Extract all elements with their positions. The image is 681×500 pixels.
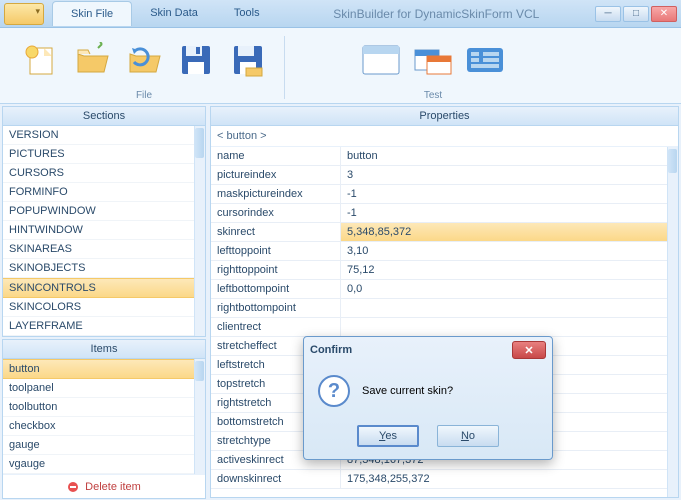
save-button[interactable] bbox=[174, 38, 218, 82]
property-value[interactable]: 0,0 bbox=[341, 280, 678, 298]
items-header: Items bbox=[3, 340, 205, 359]
folder-refresh-icon bbox=[126, 42, 162, 78]
property-value[interactable]: 5,348,85,372 bbox=[341, 223, 678, 241]
list-item[interactable]: LAYERFRAME bbox=[3, 317, 205, 336]
list-item[interactable]: SKINCONTROLS bbox=[3, 278, 205, 298]
minimize-button[interactable]: ─ bbox=[595, 6, 621, 22]
property-value[interactable]: -1 bbox=[341, 204, 678, 222]
test-window-button[interactable] bbox=[359, 38, 403, 82]
window-icon bbox=[361, 44, 401, 76]
property-row[interactable]: leftbottompoint0,0 bbox=[211, 280, 678, 299]
property-name: rightbottompoint bbox=[211, 299, 341, 317]
property-name: skinrect bbox=[211, 223, 341, 241]
scrollbar[interactable] bbox=[194, 359, 205, 474]
ribbon-tabs: Skin File Skin Data Tools bbox=[52, 1, 278, 26]
save-as-button[interactable] bbox=[226, 38, 270, 82]
confirm-dialog: Confirm ✕ ? Save current skin? Yes No bbox=[303, 336, 553, 460]
property-row[interactable]: namebutton bbox=[211, 147, 678, 166]
property-row[interactable]: lefttoppoint3,10 bbox=[211, 242, 678, 261]
property-value[interactable] bbox=[341, 299, 678, 317]
list-item[interactable]: PICTURES bbox=[3, 145, 205, 164]
property-name: downskinrect bbox=[211, 470, 341, 488]
dialog-close-button[interactable]: ✕ bbox=[512, 341, 546, 359]
property-name: maskpictureindex bbox=[211, 185, 341, 203]
list-item[interactable]: gauge bbox=[3, 436, 205, 455]
property-value[interactable] bbox=[341, 318, 678, 336]
controls-icon bbox=[465, 44, 505, 76]
property-row[interactable]: pictureindex3 bbox=[211, 166, 678, 185]
window-title: SkinBuilder for DynamicSkinForm VCL bbox=[278, 7, 595, 21]
items-panel: Items buttontoolpaneltoolbuttoncheckboxg… bbox=[2, 339, 206, 499]
sections-header: Sections bbox=[3, 107, 205, 126]
property-row[interactable]: cursorindex-1 bbox=[211, 204, 678, 223]
list-item[interactable]: VERSION bbox=[3, 126, 205, 145]
cascade-windows-icon bbox=[413, 44, 453, 76]
property-value[interactable]: 75,12 bbox=[341, 261, 678, 279]
list-item[interactable]: toolbutton bbox=[3, 398, 205, 417]
dialog-title: Confirm bbox=[310, 344, 352, 356]
property-row[interactable]: righttoppoint75,12 bbox=[211, 261, 678, 280]
close-button[interactable]: ✕ bbox=[651, 6, 677, 22]
list-item[interactable]: toolpanel bbox=[3, 379, 205, 398]
properties-breadcrumb: < button > bbox=[211, 126, 678, 147]
yes-button[interactable]: Yes bbox=[357, 425, 419, 447]
property-value[interactable]: 3 bbox=[341, 166, 678, 184]
properties-header: Properties bbox=[211, 107, 678, 126]
new-file-button[interactable] bbox=[18, 38, 62, 82]
list-item[interactable]: POPUPWINDOW bbox=[3, 202, 205, 221]
property-name: leftbottompoint bbox=[211, 280, 341, 298]
property-row[interactable]: maskpictureindex-1 bbox=[211, 185, 678, 204]
question-icon: ? bbox=[318, 375, 350, 407]
tab-skin-data[interactable]: Skin Data bbox=[132, 1, 216, 26]
new-file-icon bbox=[22, 42, 58, 78]
tab-skin-file[interactable]: Skin File bbox=[52, 1, 132, 26]
list-item[interactable]: button bbox=[3, 359, 205, 379]
folder-open-icon bbox=[74, 42, 110, 78]
scrollbar[interactable] bbox=[194, 126, 205, 336]
property-name: cursorindex bbox=[211, 204, 341, 222]
delete-icon bbox=[67, 481, 79, 493]
property-name: name bbox=[211, 147, 341, 165]
list-item[interactable]: FORMINFO bbox=[3, 183, 205, 202]
property-row[interactable]: rightbottompoint bbox=[211, 299, 678, 318]
delete-item-button[interactable]: Delete item bbox=[3, 474, 205, 498]
titlebar: Skin File Skin Data Tools SkinBuilder fo… bbox=[0, 0, 681, 28]
list-item[interactable]: SKINAREAS bbox=[3, 240, 205, 259]
test-windows-button[interactable] bbox=[411, 38, 455, 82]
property-row[interactable]: downskinrect175,348,255,372 bbox=[211, 470, 678, 489]
property-name: lefttoppoint bbox=[211, 242, 341, 260]
property-value[interactable]: -1 bbox=[341, 185, 678, 203]
ribbon-group-label: Test bbox=[424, 90, 442, 101]
list-item[interactable]: checkbox bbox=[3, 417, 205, 436]
list-item[interactable]: HINTWINDOW bbox=[3, 221, 205, 240]
property-name: righttoppoint bbox=[211, 261, 341, 279]
maximize-button[interactable]: □ bbox=[623, 6, 649, 22]
no-button[interactable]: No bbox=[437, 425, 499, 447]
save-as-icon bbox=[230, 42, 266, 78]
property-value[interactable]: button bbox=[341, 147, 678, 165]
property-value[interactable]: 175,348,255,372 bbox=[341, 470, 678, 488]
refresh-button[interactable] bbox=[122, 38, 166, 82]
property-name: clientrect bbox=[211, 318, 341, 336]
items-list[interactable]: buttontoolpaneltoolbuttoncheckboxgaugevg… bbox=[3, 359, 205, 474]
sections-list[interactable]: VERSIONPICTURESCURSORSFORMINFOPOPUPWINDO… bbox=[3, 126, 205, 336]
tab-tools[interactable]: Tools bbox=[216, 1, 278, 26]
sections-panel: Sections VERSIONPICTURESCURSORSFORMINFOP… bbox=[2, 106, 206, 337]
property-value[interactable]: 3,10 bbox=[341, 242, 678, 260]
property-row[interactable]: clientrect bbox=[211, 318, 678, 337]
dialog-message: Save current skin? bbox=[362, 385, 453, 397]
ribbon: File Test bbox=[0, 28, 681, 104]
open-button[interactable] bbox=[70, 38, 114, 82]
list-item[interactable]: SKINOBJECTS bbox=[3, 259, 205, 278]
scrollbar[interactable] bbox=[667, 147, 678, 497]
list-item[interactable]: vgauge bbox=[3, 455, 205, 474]
app-menu-button[interactable] bbox=[4, 3, 44, 25]
test-controls-button[interactable] bbox=[463, 38, 507, 82]
save-icon bbox=[178, 42, 214, 78]
property-name: pictureindex bbox=[211, 166, 341, 184]
property-row[interactable]: skinrect5,348,85,372 bbox=[211, 223, 678, 242]
ribbon-group-label: File bbox=[136, 90, 152, 101]
list-item[interactable]: CURSORS bbox=[3, 164, 205, 183]
list-item[interactable]: SKINCOLORS bbox=[3, 298, 205, 317]
